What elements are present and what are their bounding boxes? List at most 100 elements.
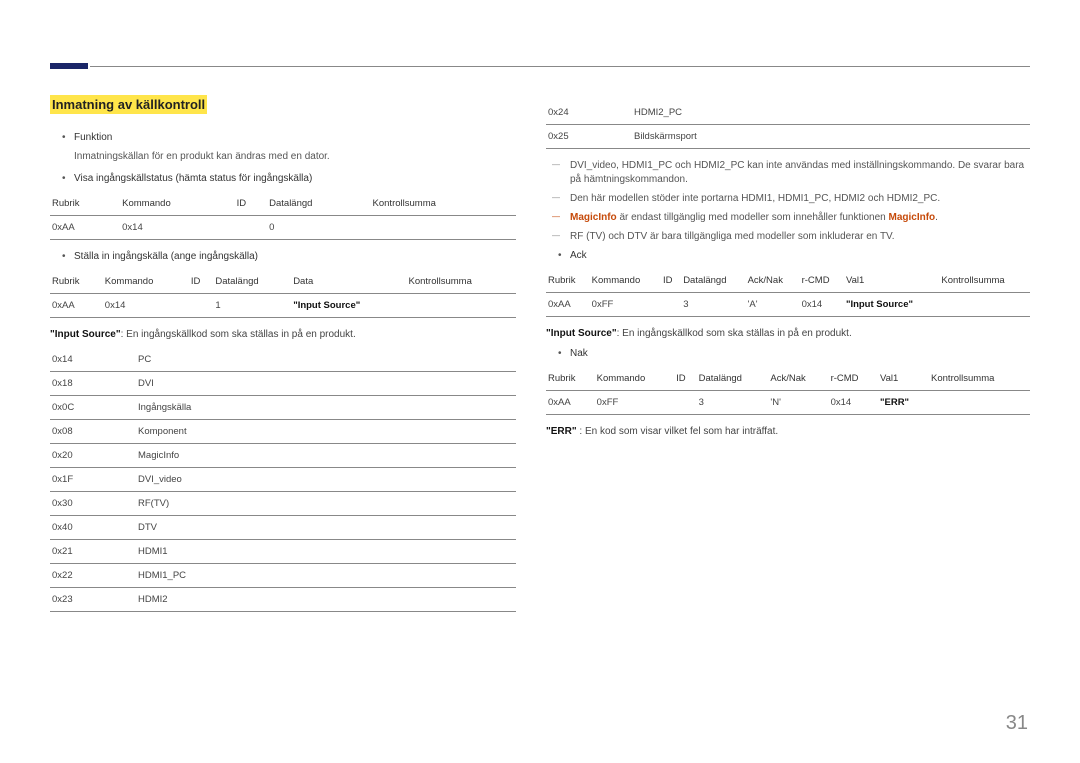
table-row: 0xAA 0x14 0 (50, 216, 516, 240)
table-ack: Rubrik Kommando ID Datalängd Ack/Nak r-C… (546, 269, 1030, 317)
td: 0 (267, 216, 370, 240)
td-label: Bildskärmsport (632, 125, 1030, 149)
td-label: DVI (136, 372, 516, 396)
table-set-source: Rubrik Kommando ID Datalängd Data Kontro… (50, 270, 516, 318)
th: Rubrik (546, 367, 595, 391)
td: 0x14 (800, 293, 844, 317)
th: Kontrollsumma (371, 192, 516, 216)
td: 3 (681, 293, 745, 317)
th: ID (189, 270, 213, 294)
td: 0xFF (590, 293, 661, 317)
th: Datalängd (697, 367, 769, 391)
header-rule (90, 66, 1030, 67)
th: Val1 (844, 269, 939, 293)
td-code: 0x23 (50, 588, 136, 612)
th: ID (661, 269, 681, 293)
th: Kommando (590, 269, 661, 293)
input-source-desc: "Input Source": En ingångskällkod som sk… (50, 328, 516, 342)
right-column: 0x24HDMI2_PC0x25Bildskärmsport DVI_video… (546, 95, 1030, 622)
table-source-codes-cont: 0x24HDMI2_PC0x25Bildskärmsport (546, 101, 1030, 149)
th: Data (291, 270, 406, 294)
page-number: 31 (1006, 712, 1028, 735)
th: Kontrollsumma (939, 269, 1030, 293)
th: Datalängd (213, 270, 291, 294)
table-row: 0x1FDVI_video (50, 468, 516, 492)
td-label: Ingångskälla (136, 396, 516, 420)
magicinfo-label-2: MagicInfo (889, 212, 936, 223)
bullet-nak: Nak (546, 347, 1030, 361)
bullet-ack: Ack (546, 249, 1030, 263)
table-row: 0xAA 0x14 1 "Input Source" (50, 294, 516, 318)
td-label: DVI_video (136, 468, 516, 492)
td: 1 (213, 294, 291, 318)
td (407, 294, 517, 318)
th: Kommando (595, 367, 674, 391)
td: 0xAA (50, 294, 103, 318)
td-label: PC (136, 348, 516, 372)
table-row: 0x0CIngångskälla (50, 396, 516, 420)
err-text: : En kod som visar vilket fel som har in… (577, 426, 779, 437)
td (929, 391, 1030, 415)
table-row: 0x21HDMI1 (50, 540, 516, 564)
bullet-stalla: Ställa in ingångskälla (ange ingångskäll… (50, 250, 516, 264)
td-label: HDMI1 (136, 540, 516, 564)
table-row: 0xAA 0xFF 3 'A' 0x14 "Input Source" (546, 293, 1030, 317)
err-desc: "ERR" : En kod som visar vilket fel som … (546, 425, 1030, 439)
err-label: "ERR" (546, 426, 577, 437)
input-source-text: : En ingångskällkod som ska ställas in p… (121, 329, 356, 340)
table-nak: Rubrik Kommando ID Datalängd Ack/Nak r-C… (546, 367, 1030, 415)
th: Ack/Nak (746, 269, 800, 293)
td: "Input Source" (844, 293, 939, 317)
td: 3 (697, 391, 769, 415)
td (235, 216, 268, 240)
th: Kommando (103, 270, 189, 294)
td-label: HDMI1_PC (136, 564, 516, 588)
td-code: 0x1F (50, 468, 136, 492)
th: Rubrik (546, 269, 590, 293)
bullet-funktion: Funktion (50, 131, 516, 145)
table-get-status: Rubrik Kommando ID Datalängd Kontrollsum… (50, 192, 516, 240)
td: "Input Source" (291, 294, 406, 318)
td-code: 0x30 (50, 492, 136, 516)
th: Kontrollsumma (407, 270, 517, 294)
note-end: . (935, 212, 938, 223)
td (371, 216, 516, 240)
td-label: DTV (136, 516, 516, 540)
td-code: 0x08 (50, 420, 136, 444)
td: 0xAA (546, 293, 590, 317)
input-source-label: "Input Source" (50, 329, 121, 340)
td-code: 0x18 (50, 372, 136, 396)
td (661, 293, 681, 317)
td: 'N' (768, 391, 828, 415)
table-row: 0x22HDMI1_PC (50, 564, 516, 588)
td-code: 0x21 (50, 540, 136, 564)
td-label: HDMI2_PC (632, 101, 1030, 125)
left-column: Inmatning av källkontroll Funktion Inmat… (50, 95, 516, 622)
td-label: MagicInfo (136, 444, 516, 468)
th: Kommando (120, 192, 234, 216)
td: 0xAA (50, 216, 120, 240)
td-code: 0x14 (50, 348, 136, 372)
th: r-CMD (829, 367, 878, 391)
th: ID (235, 192, 268, 216)
td-label: RF(TV) (136, 492, 516, 516)
table-row: 0x40DTV (50, 516, 516, 540)
table-row: 0x08Komponent (50, 420, 516, 444)
td-code: 0x20 (50, 444, 136, 468)
td (939, 293, 1030, 317)
table-row: 0x23HDMI2 (50, 588, 516, 612)
th: Rubrik (50, 270, 103, 294)
section-heading: Inmatning av källkontroll (50, 95, 207, 114)
note-magicinfo: MagicInfo är endast tillgänglig med mode… (546, 211, 1030, 225)
td (189, 294, 213, 318)
note-text: är endast tillgänglig med modeller som i… (617, 212, 889, 223)
bullet-visa: Visa ingångskällstatus (hämta status för… (50, 172, 516, 186)
table-row: 0x14PC (50, 348, 516, 372)
td-code: 0x25 (546, 125, 632, 149)
td: 0xFF (595, 391, 674, 415)
table-row: 0x24HDMI2_PC (546, 101, 1030, 125)
td-code: 0x40 (50, 516, 136, 540)
table-row: 0xAA 0xFF 3 'N' 0x14 "ERR" (546, 391, 1030, 415)
input-source-label-2: "Input Source" (546, 328, 617, 339)
td: 0x14 (829, 391, 878, 415)
